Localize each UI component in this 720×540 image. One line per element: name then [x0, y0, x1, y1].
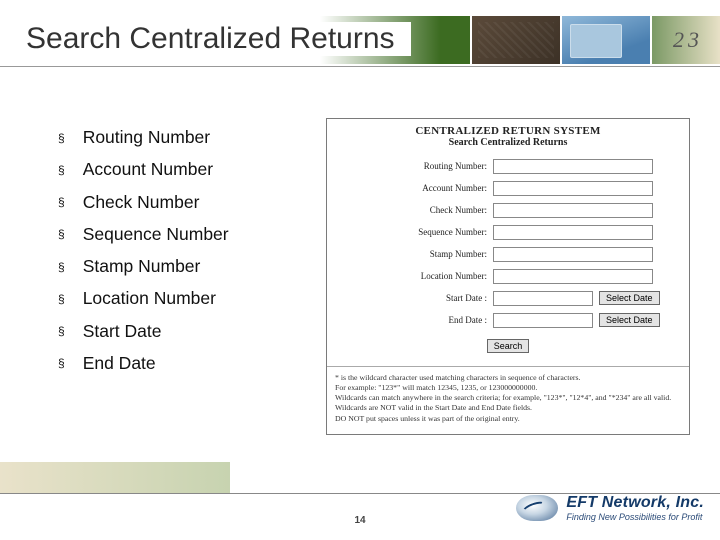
sequence-label: Sequence Number:: [327, 227, 493, 237]
footer-accent: [0, 462, 230, 494]
routing-label: Routing Number:: [327, 161, 493, 171]
routing-input[interactable]: [493, 159, 653, 174]
start-date-picker-button[interactable]: Select Date: [599, 291, 660, 305]
footnote-line: Wildcards can match anywhere in the sear…: [335, 393, 681, 403]
bullet-icon: §: [58, 160, 65, 179]
account-label: Account Number:: [327, 183, 493, 193]
bullet-text: Account Number: [83, 156, 213, 182]
bullet-text: Start Date: [83, 318, 162, 344]
wildcard-footnote: * is the wildcard character used matchin…: [327, 366, 689, 434]
bullet-icon: §: [58, 289, 65, 308]
bullet-item: § Routing Number: [58, 124, 229, 150]
bullet-item: § Account Number: [58, 156, 229, 182]
logo-icon: [516, 495, 558, 521]
location-label: Location Number:: [327, 271, 493, 281]
end-date-picker-button[interactable]: Select Date: [599, 313, 660, 327]
bullet-icon: §: [58, 192, 65, 211]
start-date-input[interactable]: [493, 291, 593, 306]
logo-tagline: Finding New Possibilities for Profit: [566, 512, 704, 522]
header-rule: [0, 66, 720, 67]
account-input[interactable]: [493, 181, 653, 196]
bullet-icon: §: [58, 321, 65, 340]
slide: 23 Search Centralized Returns § Routing N…: [0, 0, 720, 540]
bullet-text: Routing Number: [83, 124, 210, 150]
search-button[interactable]: Search: [487, 339, 530, 353]
location-input[interactable]: [493, 269, 653, 284]
bullet-list: § Routing Number § Account Number § Check N…: [58, 124, 229, 382]
end-date-label: End Date :: [327, 315, 493, 325]
panel-heading-2: Search Centralized Returns: [331, 137, 685, 148]
footnote-line: Wildcards are NOT valid in the Start Dat…: [335, 403, 681, 413]
bullet-item: § Stamp Number: [58, 253, 229, 279]
bullet-icon: §: [58, 224, 65, 243]
page-title: Search Centralized Returns: [26, 22, 411, 56]
bullet-icon: §: [58, 353, 65, 372]
bullet-text: Location Number: [83, 285, 216, 311]
bullet-item: § Check Number: [58, 189, 229, 215]
bullet-item: § Sequence Number: [58, 221, 229, 247]
end-date-input[interactable]: [493, 313, 593, 328]
stamp-input[interactable]: [493, 247, 653, 262]
bullet-text: Check Number: [83, 189, 200, 215]
bullet-icon: §: [58, 128, 65, 147]
company-logo: EFT Network, Inc. Finding New Possibilit…: [516, 494, 704, 522]
search-panel: CENTRALIZED RETURN SYSTEM Search Central…: [326, 118, 690, 435]
footnote-line: * is the wildcard character used matchin…: [335, 373, 681, 383]
decor-skyline: [470, 16, 560, 64]
bullet-text: Stamp Number: [83, 253, 201, 279]
decor-clock: 23: [650, 16, 720, 64]
footnote-line: DO NOT put spaces unless it was part of …: [335, 414, 681, 424]
check-input[interactable]: [493, 203, 653, 218]
decor-folder: [560, 16, 650, 64]
stamp-label: Stamp Number:: [327, 249, 493, 259]
footnote-line: For example: "123*" will match 12345, 12…: [335, 383, 681, 393]
check-label: Check Number:: [327, 205, 493, 215]
search-form: Routing Number: Account Number: Check Nu…: [327, 152, 689, 366]
logo-company: EFT Network, Inc.: [566, 494, 704, 512]
bullet-icon: §: [58, 257, 65, 276]
bullet-text: Sequence Number: [83, 221, 229, 247]
bullet-item: § End Date: [58, 350, 229, 376]
panel-header: CENTRALIZED RETURN SYSTEM Search Central…: [327, 119, 689, 152]
bullet-item: § Start Date: [58, 318, 229, 344]
sequence-input[interactable]: [493, 225, 653, 240]
panel-heading-1: CENTRALIZED RETURN SYSTEM: [331, 125, 685, 137]
start-date-label: Start Date :: [327, 293, 493, 303]
bullet-item: § Location Number: [58, 285, 229, 311]
bullet-text: End Date: [83, 350, 156, 376]
